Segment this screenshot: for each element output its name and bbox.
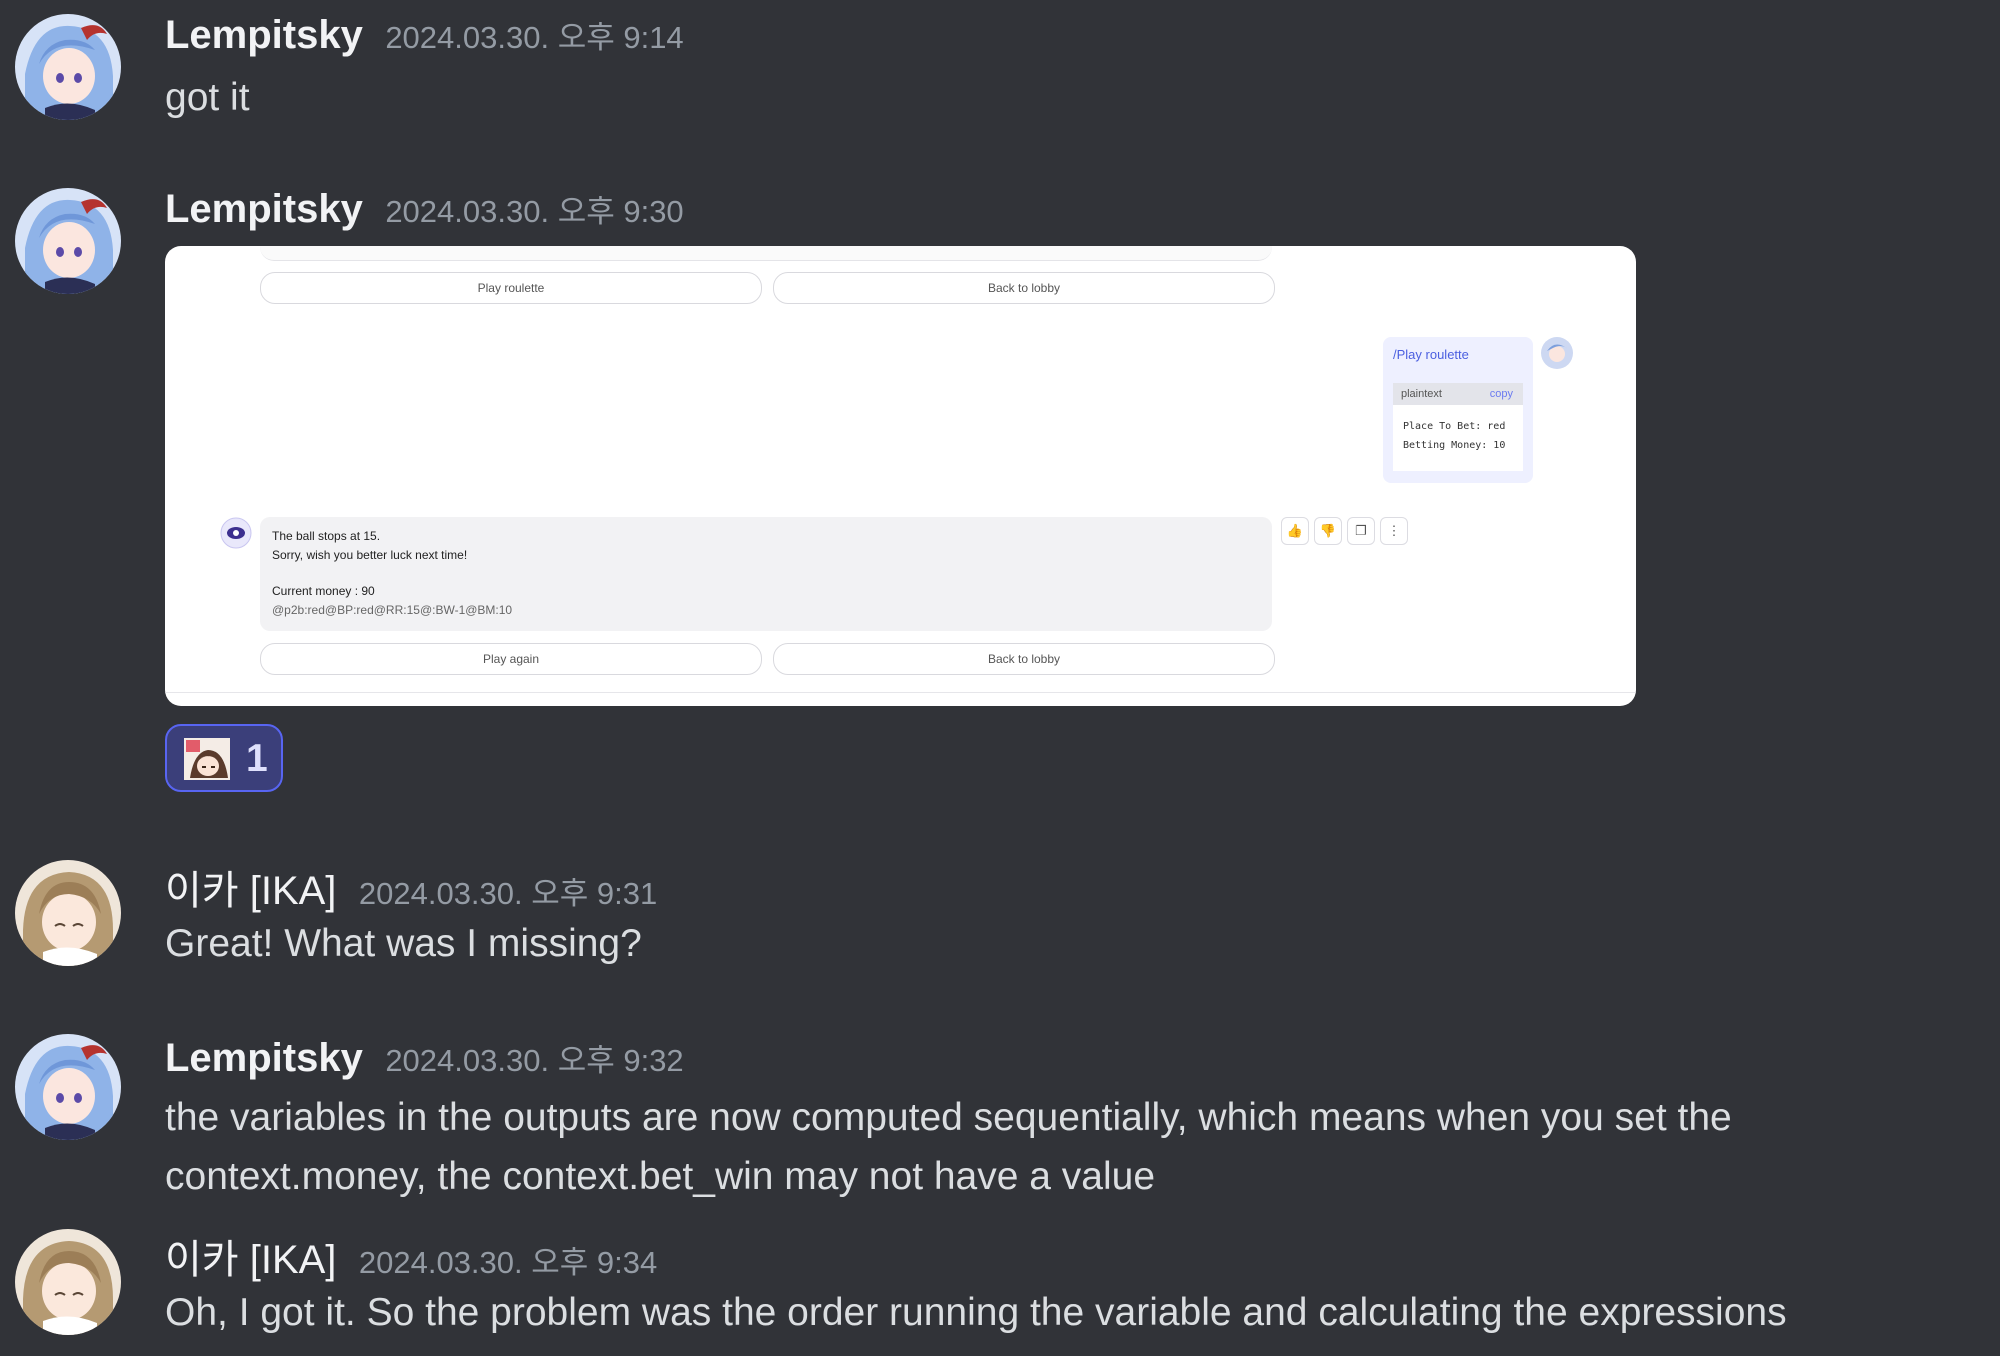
user-command: /Play roulette — [1393, 347, 1469, 362]
bot-line: The ball stops at 15. — [272, 529, 381, 543]
play-roulette-button: Play roulette — [260, 272, 762, 304]
username[interactable]: Lempitsky — [165, 13, 363, 57]
timestamp: 2024.03.30. 오후 9:30 — [385, 194, 684, 229]
message-text: Great! What was I missing? — [165, 914, 1955, 973]
timestamp: 2024.03.30. 오후 9:14 — [385, 20, 684, 55]
message-line: Oh, I got it. So the problem was the ord… — [165, 1291, 1787, 1334]
code-block: Place To Bet: red Betting Money: 10 — [1393, 405, 1523, 471]
user-message-bubble: /Play roulette plaintext copy Place To B… — [1383, 337, 1533, 483]
avatar[interactable] — [15, 1034, 121, 1140]
message-text: Oh, I got it. So the problem was the ord… — [165, 1283, 1955, 1342]
code-line: Place To Bet: red — [1403, 421, 1506, 432]
code-language: plaintext — [1401, 388, 1442, 400]
avatar[interactable] — [15, 1229, 121, 1335]
bot-line: Current money : 90 — [272, 584, 375, 598]
copy-link: copy — [1489, 388, 1513, 400]
avatar[interactable] — [15, 860, 121, 966]
message-text: the variables in the outputs are now com… — [165, 1088, 1955, 1206]
reaction-count: 1 — [246, 737, 268, 780]
avatar-image — [15, 1229, 121, 1335]
username[interactable]: Lempitsky — [165, 1036, 363, 1080]
copy-icon: ❐ — [1347, 517, 1375, 545]
image-attachment[interactable]: Play roulette Back to lobby /Play roulet… — [165, 246, 1636, 706]
reaction-button[interactable]: 1 — [165, 724, 283, 792]
avatar[interactable] — [15, 188, 121, 294]
avatar-image — [15, 188, 121, 294]
custom-character-emoji-icon — [184, 738, 230, 780]
message-line: context.money, the context.bet_win may n… — [165, 1155, 1156, 1198]
thumbs-down-icon: 👎 — [1314, 517, 1342, 545]
more-icon: ⋮ — [1380, 517, 1408, 545]
avatar[interactable] — [15, 14, 121, 120]
timestamp: 2024.03.30. 오후 9:34 — [358, 1245, 658, 1280]
code-line: Betting Money: 10 — [1403, 440, 1506, 451]
timestamp: 2024.03.30. 오후 9:32 — [385, 1043, 684, 1078]
avatar-image — [15, 860, 121, 966]
message-line: the variables in the outputs are now com… — [165, 1096, 1732, 1139]
avatar-image — [15, 1034, 121, 1140]
embed-divider — [165, 692, 1636, 693]
bot-avatar-icon — [220, 517, 252, 549]
avatar-image — [15, 14, 121, 120]
bot-line: @p2b:red@BP:red@RR:15@:BW-1@BM:10 — [272, 603, 513, 617]
back-to-lobby-button: Back to lobby — [773, 643, 1275, 675]
username[interactable]: Lempitsky — [165, 187, 363, 231]
bot-message-bubble: The ball stops at 15. Sorry, wish you be… — [260, 517, 1272, 631]
message-line: got it — [165, 76, 250, 119]
bot-line: Sorry, wish you better luck next time! — [272, 548, 468, 562]
code-block-header: plaintext copy — [1393, 383, 1523, 405]
username[interactable]: 이카 [IKA] — [165, 869, 336, 913]
timestamp: 2024.03.30. 오후 9:31 — [358, 876, 658, 911]
embed-top-bubble — [260, 246, 1272, 261]
message-text: got it — [165, 68, 1955, 127]
back-to-lobby-button: Back to lobby — [773, 272, 1275, 304]
user-avatar-small-icon — [1541, 337, 1573, 369]
username[interactable]: 이카 [IKA] — [165, 1238, 336, 1282]
message-line: Great! What was I missing? — [165, 922, 642, 965]
play-again-button: Play again — [260, 643, 762, 675]
thumbs-up-icon: 👍 — [1281, 517, 1309, 545]
